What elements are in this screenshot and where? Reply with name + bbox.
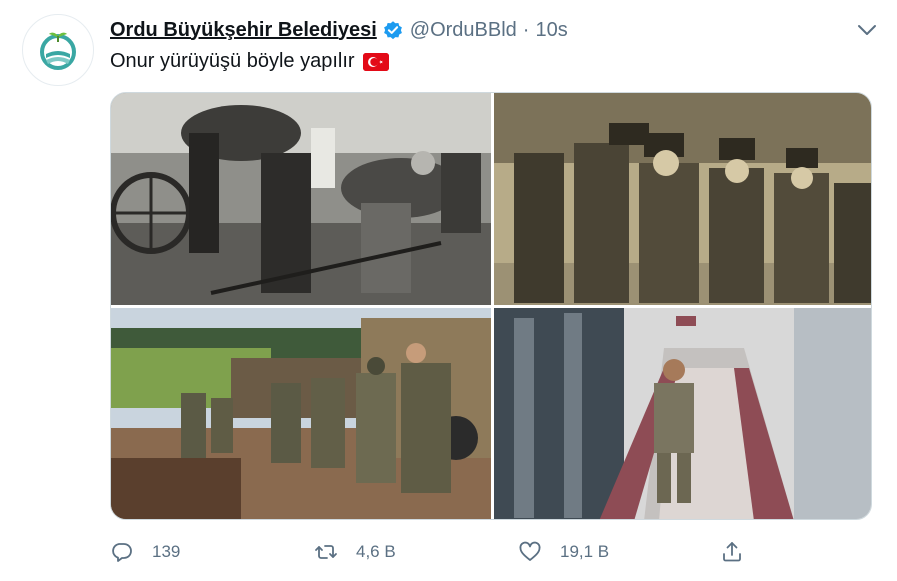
- historic-women-oxcart-photo[interactable]: [111, 93, 491, 305]
- ordu-logo-icon: [40, 32, 76, 70]
- share-icon: [723, 542, 741, 562]
- like-count: 19,1 B: [560, 542, 610, 561]
- chevron-down-icon[interactable]: [855, 18, 879, 42]
- like-button[interactable]: 19,1 B: [518, 538, 609, 566]
- tweet[interactable]: Ordu Büyükşehir Belediyesi @OrduBBld · 1…: [0, 0, 897, 581]
- retweet-count: 4,6 B: [356, 542, 396, 561]
- media-grid[interactable]: [110, 92, 872, 520]
- soldiers-marching-convoy-photo[interactable]: [111, 308, 491, 519]
- soldier-walking-corridor-photo[interactable]: [494, 308, 871, 519]
- handle[interactable]: @OrduBBld: [410, 19, 517, 42]
- turkish-flag-icon: [362, 52, 389, 71]
- verified-badge-icon: [383, 21, 402, 40]
- reply-button[interactable]: 139: [110, 538, 180, 566]
- timestamp[interactable]: 10s: [535, 19, 567, 42]
- share-button[interactable]: [720, 538, 744, 566]
- separator-dot: ·: [522, 18, 530, 41]
- reply-icon: [112, 543, 132, 562]
- tweet-actions: 139 4,6 B 19,1 B: [110, 538, 870, 566]
- retweet-button[interactable]: 4,6 B: [314, 538, 396, 566]
- reply-count: 139: [152, 542, 181, 561]
- tweet-text-content: Onur yürüyüşü böyle yapılır: [110, 50, 355, 72]
- tweet-text: Onur yürüyüşü böyle yapılır: [110, 50, 389, 73]
- historic-child-soldiers-photo[interactable]: [494, 93, 871, 305]
- heart-icon: [519, 541, 541, 561]
- avatar[interactable]: [22, 14, 94, 86]
- tweet-header: Ordu Büyükşehir Belediyesi @OrduBBld · 1…: [110, 16, 877, 44]
- display-name[interactable]: Ordu Büyükşehir Belediyesi: [110, 19, 377, 42]
- retweet-icon: [315, 545, 337, 559]
